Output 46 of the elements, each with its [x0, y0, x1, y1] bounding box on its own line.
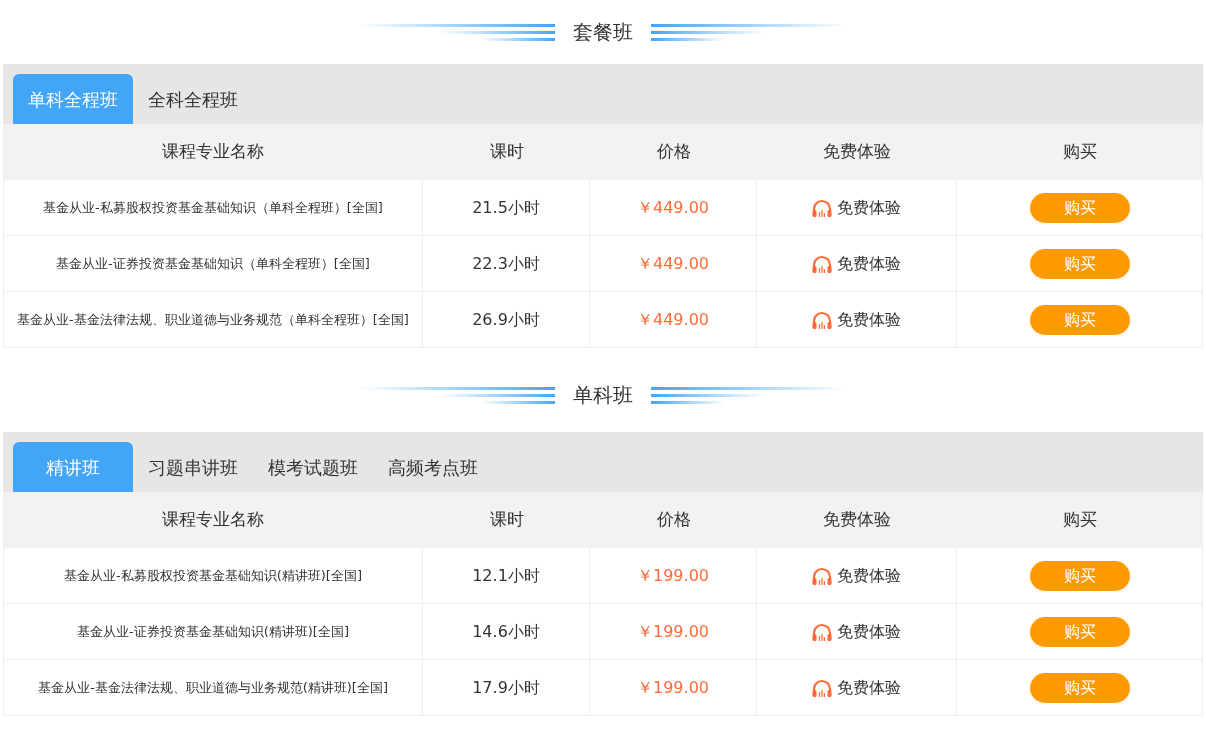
course-hours: 12.1小时	[472, 564, 540, 587]
course-price: ￥199.00	[637, 620, 709, 643]
course-price: ￥199.00	[637, 676, 709, 699]
column-header: 价格	[656, 140, 691, 164]
tab[interactable]: 模考试题班	[253, 442, 373, 492]
course-price: ￥449.00	[637, 252, 709, 275]
free-trial-link[interactable]: 免费体验	[812, 619, 901, 644]
course-name: 基金从业-证券投资基金基础知识(精讲班)[全国]	[77, 622, 349, 641]
tab[interactable]: 习题串讲班	[133, 442, 253, 492]
course-hours: 21.5小时	[472, 196, 540, 219]
course-price: ￥449.00	[637, 308, 709, 331]
headphones-icon	[812, 254, 832, 273]
course-name: 基金从业-私募股权投资基金基础知识(精讲班)[全国]	[64, 566, 362, 585]
course-price: ￥199.00	[637, 564, 709, 587]
column-header: 课程专业名称	[162, 140, 264, 164]
headphones-icon	[812, 678, 832, 697]
column-header: 课时	[489, 140, 524, 164]
tab[interactable]: 全科全程班	[133, 74, 253, 124]
column-header: 价格	[656, 508, 691, 532]
column-header: 免费体验	[823, 508, 891, 532]
free-trial-link[interactable]: 免费体验	[812, 675, 901, 700]
free-trial-link[interactable]: 免费体验	[812, 251, 901, 276]
section-title: 套餐班	[573, 19, 633, 46]
course-price: ￥449.00	[637, 196, 709, 219]
course-hours: 22.3小时	[472, 252, 540, 275]
column-header: 课时	[489, 508, 524, 532]
course-name: 基金从业-私募股权投资基金基础知识（单科全程班）[全国]	[43, 198, 383, 217]
column-header: 课程专业名称	[162, 508, 264, 532]
course-hours: 17.9小时	[472, 676, 540, 699]
column-header: 购买	[1063, 508, 1097, 532]
course-name: 基金从业-基金法律法规、职业道德与业务规范（单科全程班）[全国]	[17, 310, 409, 329]
headphones-icon	[812, 622, 832, 641]
course-name: 基金从业-证券投资基金基础知识（单科全程班）[全国]	[56, 254, 370, 273]
column-header: 购买	[1063, 140, 1097, 164]
headphones-icon	[812, 310, 832, 329]
section-title: 单科班	[573, 382, 633, 409]
course-hours: 14.6小时	[472, 620, 540, 643]
headphones-icon	[812, 198, 832, 217]
tab[interactable]: 高频考点班	[373, 442, 493, 492]
headphones-icon	[812, 566, 832, 585]
free-trial-link[interactable]: 免费体验	[812, 563, 901, 588]
column-header: 免费体验	[823, 140, 891, 164]
course-hours: 26.9小时	[472, 308, 540, 331]
free-trial-link[interactable]: 免费体验	[812, 307, 901, 332]
course-name: 基金从业-基金法律法规、职业道德与业务规范(精讲班)[全国]	[38, 678, 388, 697]
free-trial-link[interactable]: 免费体验	[812, 195, 901, 220]
